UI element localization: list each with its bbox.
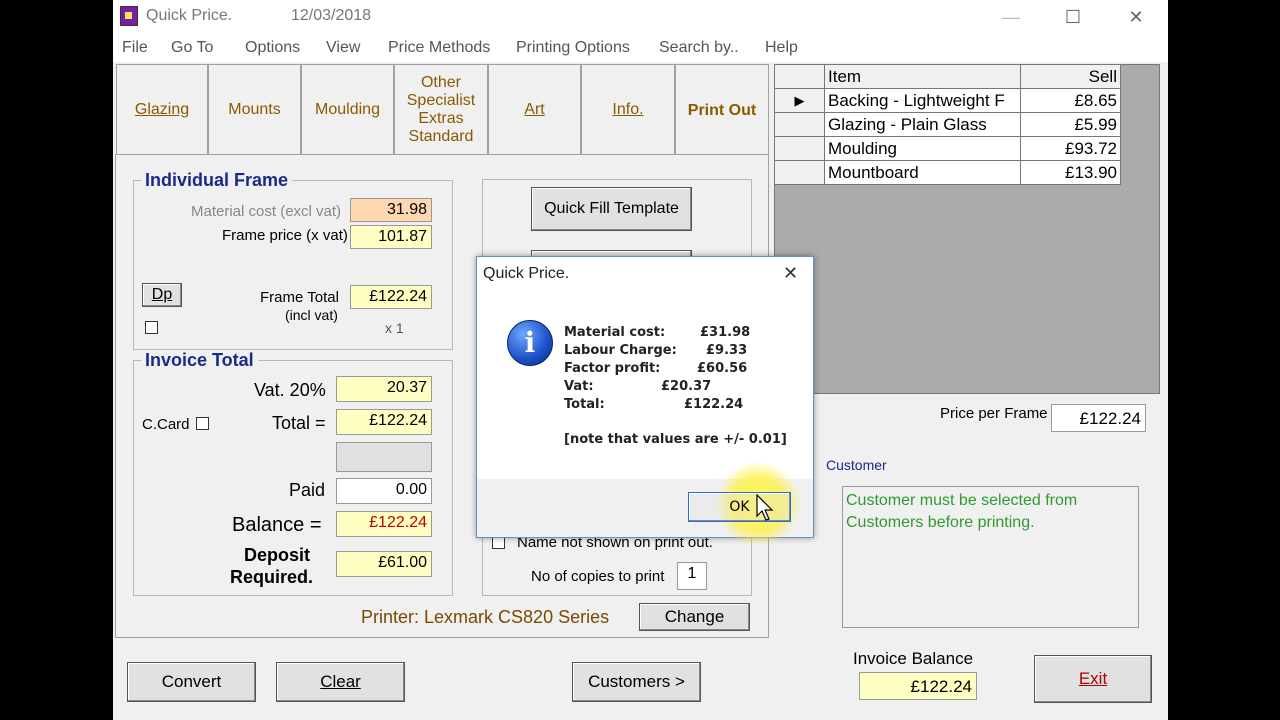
dialog-vat-label: Vat: bbox=[564, 379, 594, 394]
frame-price-field[interactable]: 101.87 bbox=[350, 225, 432, 249]
menu-bar: File Go To Options View Price Methods Pr… bbox=[113, 34, 1168, 62]
frame-multiplier: x 1 bbox=[385, 320, 404, 336]
dp-button[interactable]: Dp bbox=[142, 283, 182, 307]
invoice-balance-field: £122.24 bbox=[859, 672, 977, 700]
table-row[interactable]: Mountboard £13.90 bbox=[775, 161, 1121, 185]
total-label: Total = bbox=[272, 413, 326, 433]
minimize-icon[interactable]: — bbox=[991, 4, 1031, 30]
customers-button[interactable]: Customers > bbox=[572, 662, 701, 702]
copies-field[interactable]: 1 bbox=[677, 562, 707, 590]
invoice-total-title: Invoice Total bbox=[141, 350, 258, 371]
tab-art[interactable]: Art bbox=[488, 64, 581, 154]
dialog-vat-value: £20.37 bbox=[661, 379, 712, 394]
menu-file[interactable]: File bbox=[122, 39, 148, 57]
total-field: £122.24 bbox=[336, 409, 432, 435]
tab-moulding[interactable]: Moulding bbox=[301, 64, 394, 154]
menu-price-methods[interactable]: Price Methods bbox=[388, 39, 490, 57]
tab-print-out[interactable]: Print Out bbox=[675, 64, 769, 157]
individual-frame-title: Individual Frame bbox=[141, 170, 293, 191]
frame-total-field: £122.24 bbox=[350, 285, 432, 309]
menu-view[interactable]: View bbox=[326, 39, 360, 57]
ccard-label: C.Card bbox=[142, 416, 190, 433]
deposit-label-1: Deposit bbox=[244, 545, 311, 565]
dialog-labour-charge-value: £9.33 bbox=[706, 343, 748, 358]
table-row[interactable]: Moulding £93.72 bbox=[775, 137, 1121, 161]
customer-label: Customer bbox=[826, 457, 887, 473]
dialog-labour-charge-label: Labour Charge: bbox=[564, 343, 677, 358]
paid-label: Paid bbox=[289, 480, 326, 500]
clear-button[interactable]: Clear bbox=[276, 662, 405, 702]
frame-price-label: Frame price (x vat) bbox=[222, 227, 348, 244]
table-row[interactable]: Glazing - Plain Glass £5.99 bbox=[775, 113, 1121, 137]
grid-header-row: Item Sell bbox=[775, 65, 1121, 89]
dialog-material-cost-value: £31.98 bbox=[700, 325, 751, 340]
ccard-checkbox[interactable] bbox=[196, 417, 209, 430]
blank-field bbox=[336, 442, 432, 472]
tab-mounts[interactable]: Mounts bbox=[208, 64, 301, 154]
dialog-factor-profit-label: Factor profit: bbox=[564, 361, 661, 376]
dialog-total-label: Total: bbox=[564, 397, 605, 412]
invoice-balance-label: Invoice Balance bbox=[853, 649, 974, 668]
material-cost-label: Material cost (excl vat) bbox=[191, 203, 342, 220]
app-icon bbox=[120, 6, 138, 26]
dialog-material-cost-label: Material cost: bbox=[564, 325, 666, 340]
menu-options[interactable]: Options bbox=[245, 39, 300, 57]
balance-label: Balance = bbox=[232, 514, 322, 536]
row-selector-arrow-icon: ▶ bbox=[775, 89, 825, 113]
window-date: 12/03/2018 bbox=[291, 7, 372, 24]
tab-info[interactable]: Info. bbox=[581, 64, 675, 154]
close-icon[interactable]: ✕ bbox=[1116, 4, 1156, 30]
price-per-frame-field: £122.24 bbox=[1051, 404, 1146, 432]
material-cost-field: 31.98 bbox=[350, 198, 432, 222]
quick-fill-template-button[interactable]: Quick Fill Template bbox=[531, 187, 692, 231]
dialog-ok-button[interactable]: OK bbox=[688, 492, 791, 522]
window-title: Quick Price. bbox=[146, 7, 233, 24]
customer-message-box[interactable]: Customer must be selected from Customers… bbox=[842, 486, 1139, 628]
printer-label: Printer: Lexmark CS820 Series bbox=[361, 607, 610, 627]
grid-header-sell[interactable]: Sell bbox=[1021, 65, 1121, 89]
title-bar: Quick Price. 12/03/2018 — ☐ ✕ bbox=[113, 0, 1168, 34]
dialog-note: [note that values are +/- 0.01] bbox=[564, 432, 787, 447]
dialog-total-value: £122.24 bbox=[684, 397, 744, 412]
paid-field[interactable]: 0.00 bbox=[336, 478, 432, 504]
menu-go-to[interactable]: Go To bbox=[171, 39, 213, 57]
dp-checkbox[interactable] bbox=[145, 321, 158, 334]
dialog-factor-profit-value: £60.56 bbox=[697, 361, 748, 376]
balance-field: £122.24 bbox=[336, 511, 432, 537]
frame-total-sub-label: (incl vat) bbox=[285, 307, 338, 323]
info-icon: i bbox=[507, 320, 553, 366]
dialog-title: Quick Price. bbox=[483, 265, 570, 282]
convert-button[interactable]: Convert bbox=[127, 662, 256, 702]
exit-button[interactable]: Exit bbox=[1034, 655, 1152, 703]
vat-label: Vat. 20% bbox=[254, 380, 326, 400]
menu-search-by[interactable]: Search by.. bbox=[659, 39, 739, 57]
grid-header-item[interactable]: Item bbox=[825, 65, 1021, 89]
table-row[interactable]: ▶ Backing - Lightweight F £8.65 bbox=[775, 89, 1121, 113]
mouse-cursor-icon bbox=[756, 494, 774, 521]
tab-glazing[interactable]: Glazing bbox=[116, 64, 208, 154]
tab-other-specialist-extras[interactable]: Other Specialist Extras Standard bbox=[394, 64, 488, 154]
maximize-icon[interactable]: ☐ bbox=[1053, 4, 1093, 30]
menu-help[interactable]: Help bbox=[765, 39, 798, 57]
deposit-label-2: Required. bbox=[230, 567, 314, 587]
vat-field: 20.37 bbox=[336, 376, 432, 402]
change-printer-button[interactable]: Change bbox=[639, 603, 750, 631]
copies-label: No of copies to print bbox=[531, 568, 665, 585]
dialog-close-icon[interactable]: ✕ bbox=[783, 263, 798, 284]
deposit-field: £61.00 bbox=[336, 551, 432, 577]
items-grid: Item Sell ▶ Backing - Lightweight F £8.6… bbox=[774, 64, 1160, 394]
price-per-frame-label: Price per Frame bbox=[940, 405, 1048, 422]
menu-printing-options[interactable]: Printing Options bbox=[516, 39, 630, 57]
frame-total-label: Frame Total bbox=[260, 289, 339, 306]
